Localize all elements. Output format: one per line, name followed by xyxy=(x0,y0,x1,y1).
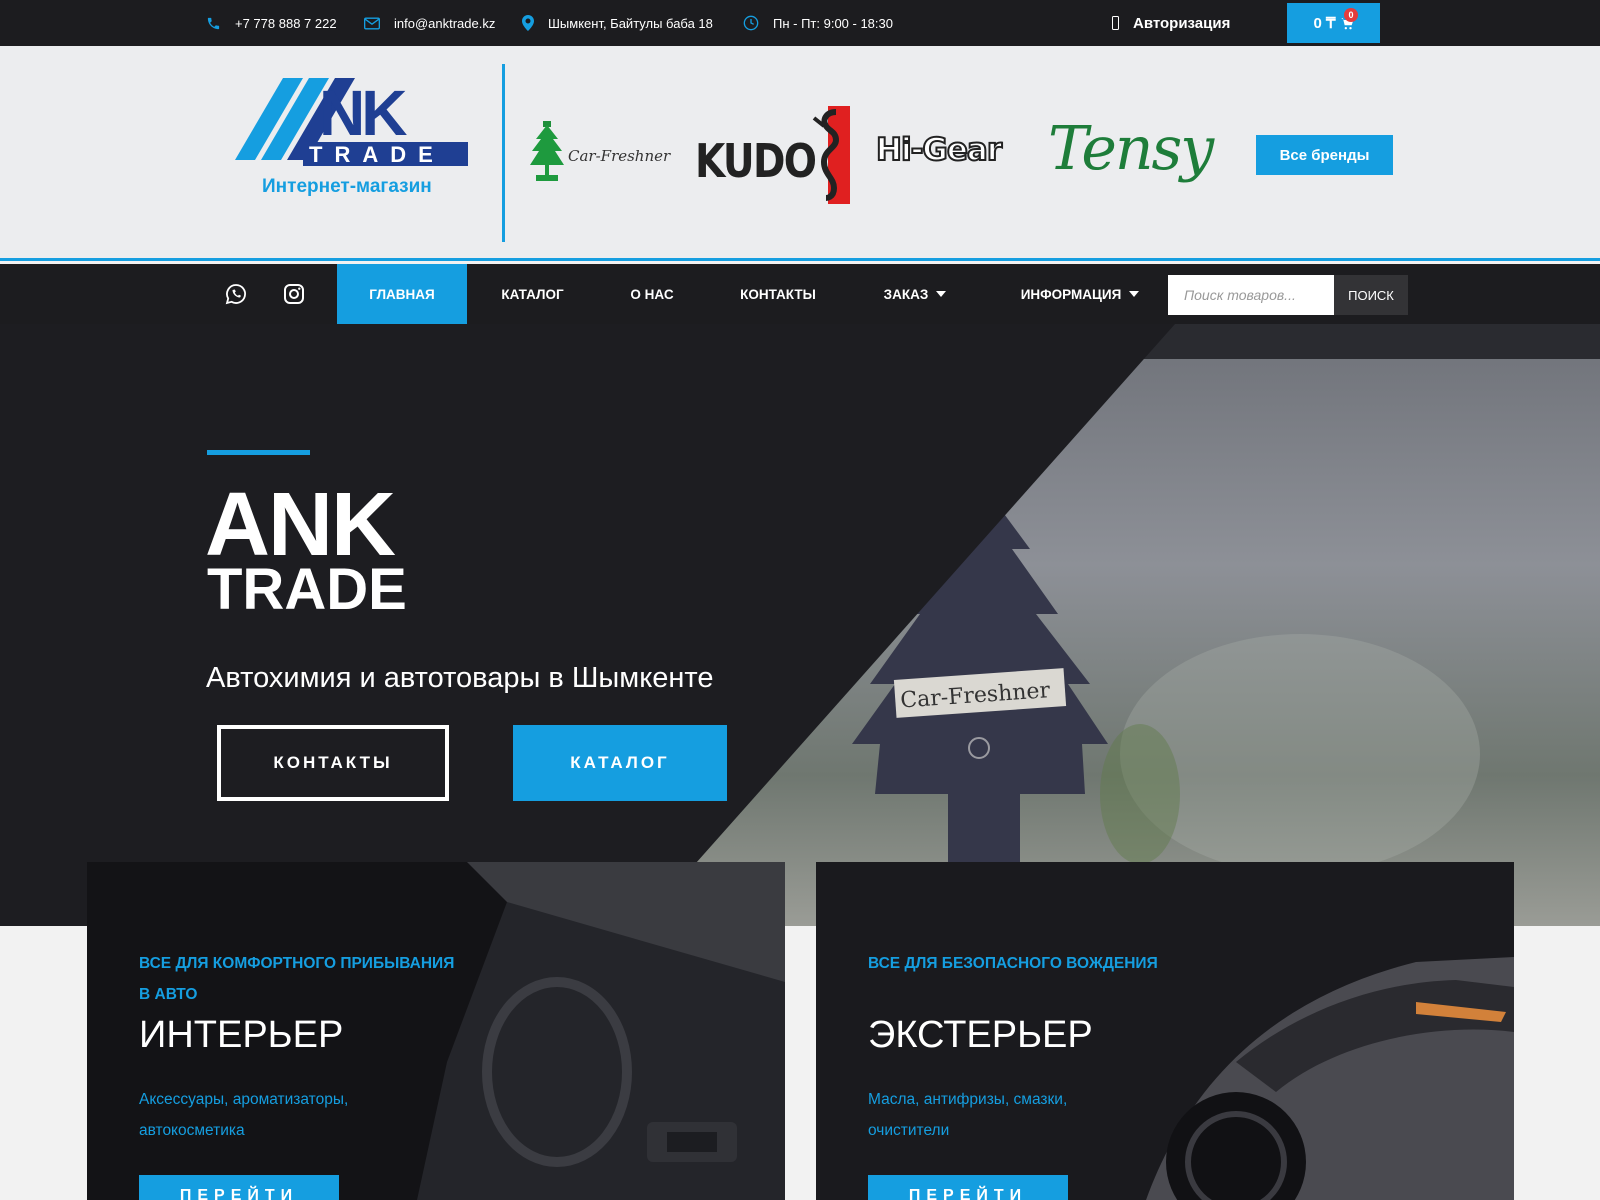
hero-section: Car-Freshner ANK TRADE Автохимия и автот… xyxy=(0,324,1600,926)
search-button[interactable]: ПОИСК xyxy=(1334,275,1408,315)
brand-name: Hi-Gear xyxy=(875,131,1003,169)
auth-link[interactable]: Авторизация xyxy=(1112,0,1230,46)
card-title: ИНТЕРЬЕР xyxy=(139,1014,344,1056)
nav-label: ИНФОРМАЦИЯ xyxy=(1020,286,1122,302)
nav-order-dropdown[interactable]: ЗАКАЗ xyxy=(870,264,960,324)
card-description: Масла, антифризы, смазки, очистители xyxy=(868,1091,1068,1139)
interior-go-button[interactable]: ПЕРЕЙТИ xyxy=(139,1175,339,1200)
nav-contacts[interactable]: КОНТАКТЫ xyxy=(728,264,828,324)
svg-text:TRADE: TRADE xyxy=(309,142,445,167)
brand-car-freshner[interactable]: Car-Freshner xyxy=(528,121,678,186)
contacts-button[interactable]: КОНТАКТЫ xyxy=(217,725,449,801)
hero-subtitle: Автохимия и автотовары в Шымкенте xyxy=(206,662,714,694)
chevron-down-icon xyxy=(936,291,947,297)
nav-label: КОНТАКТЫ xyxy=(740,286,816,302)
nav-label: КАТАЛОГ xyxy=(501,286,564,302)
map-pin-icon xyxy=(522,15,534,31)
site-logo[interactable]: NK TRADE xyxy=(235,77,475,238)
phone-number: +7 778 888 7 222 xyxy=(235,15,337,31)
top-bar: +7 778 888 7 222 info@anktrade.kz Шымкен… xyxy=(0,0,1600,46)
brand-tensy[interactable]: Tensy xyxy=(1048,114,1214,184)
brand-kudo[interactable]: KUDO xyxy=(695,106,850,204)
exterior-card[interactable]: ВСЕ ДЛЯ БЕЗОПАСНОГО ВОЖДЕНИЯ ЭКСТЕРЬЕР М… xyxy=(816,862,1514,1200)
envelope-icon xyxy=(364,17,380,29)
topbar-address: Шымкент, Байтулы баба 18 xyxy=(522,0,713,46)
whatsapp-icon[interactable] xyxy=(224,282,248,306)
all-brands-button[interactable]: Все бренды xyxy=(1256,135,1393,175)
auth-label: Авторизация xyxy=(1133,14,1231,32)
cart-count-badge: 0 xyxy=(1344,8,1358,22)
nav-label: О НАС xyxy=(630,286,674,302)
card-description: Аксессуары, ароматизаторы, автокосметика xyxy=(139,1091,349,1139)
nav-catalog[interactable]: КАТАЛОГ xyxy=(485,264,580,324)
chevron-down-icon xyxy=(1129,291,1140,297)
address-text: Шымкент, Байтулы баба 18 xyxy=(548,15,713,31)
hero-title-line1: ANK xyxy=(205,475,396,575)
main-nav: ГЛАВНАЯ КАТАЛОГ О НАС КОНТАКТЫ ЗАКАЗ ИНФ… xyxy=(0,264,1600,324)
header-divider xyxy=(502,64,505,242)
nav-label: ГЛАВНАЯ xyxy=(369,286,435,302)
card-title: ЭКСТЕРЬЕР xyxy=(868,1014,1093,1056)
card-kicker: ВСЕ ДЛЯ БЕЗОПАСНОГО ВОЖДЕНИЯ xyxy=(868,955,1158,972)
hours-text: Пн - Пт: 9:00 - 18:30 xyxy=(773,15,893,31)
brand-name: KUDO xyxy=(695,134,817,188)
hero-title-line2: TRADE xyxy=(207,557,407,622)
nav-home[interactable]: ГЛАВНАЯ xyxy=(337,264,467,324)
exterior-go-button[interactable]: ПЕРЕЙТИ xyxy=(868,1175,1068,1200)
nav-about[interactable]: О НАС xyxy=(612,264,692,324)
brand-name: Tensy xyxy=(1048,114,1214,184)
topbar-hours: Пн - Пт: 9:00 - 18:30 xyxy=(743,0,893,46)
svg-text:NK: NK xyxy=(319,78,407,149)
pine-tree-icon xyxy=(530,121,564,181)
nav-info-dropdown[interactable]: ИНФОРМАЦИЯ xyxy=(1010,264,1150,324)
catalog-button[interactable]: КАТАЛОГ xyxy=(513,725,727,801)
search-input[interactable] xyxy=(1168,275,1334,315)
hero-accent-bar xyxy=(207,450,310,455)
interior-card[interactable]: ВСЕ ДЛЯ КОМФОРТНОГО ПРИБЫВАНИЯ В АВТО ИН… xyxy=(87,862,785,1200)
instagram-icon[interactable] xyxy=(282,282,306,306)
cart-button[interactable]: 0 ₸ 0 xyxy=(1287,3,1380,43)
logo-subtitle: Интернет-магазин xyxy=(262,176,432,197)
topbar-email[interactable]: info@anktrade.kz xyxy=(364,0,495,46)
clock-icon xyxy=(743,15,759,31)
card-kicker: ВСЕ ДЛЯ КОМФОРТНОГО ПРИБЫВАНИЯ В АВТО xyxy=(139,955,455,1003)
cart-total: 0 ₸ xyxy=(1313,15,1336,32)
logo-mark-icon: NK TRADE xyxy=(235,77,468,167)
mobile-icon xyxy=(1112,16,1119,30)
email-address: info@anktrade.kz xyxy=(394,15,496,31)
brand-name: Car-Freshner xyxy=(568,147,671,165)
nav-label: ЗАКАЗ xyxy=(883,286,929,302)
topbar-phone[interactable]: +7 778 888 7 222 xyxy=(206,0,337,46)
brand-header: NK TRADE Интернет-магазин Car-Freshner K… xyxy=(0,46,1600,261)
brand-hi-gear[interactable]: Hi-Gear xyxy=(875,131,1003,169)
phone-icon xyxy=(207,17,220,29)
